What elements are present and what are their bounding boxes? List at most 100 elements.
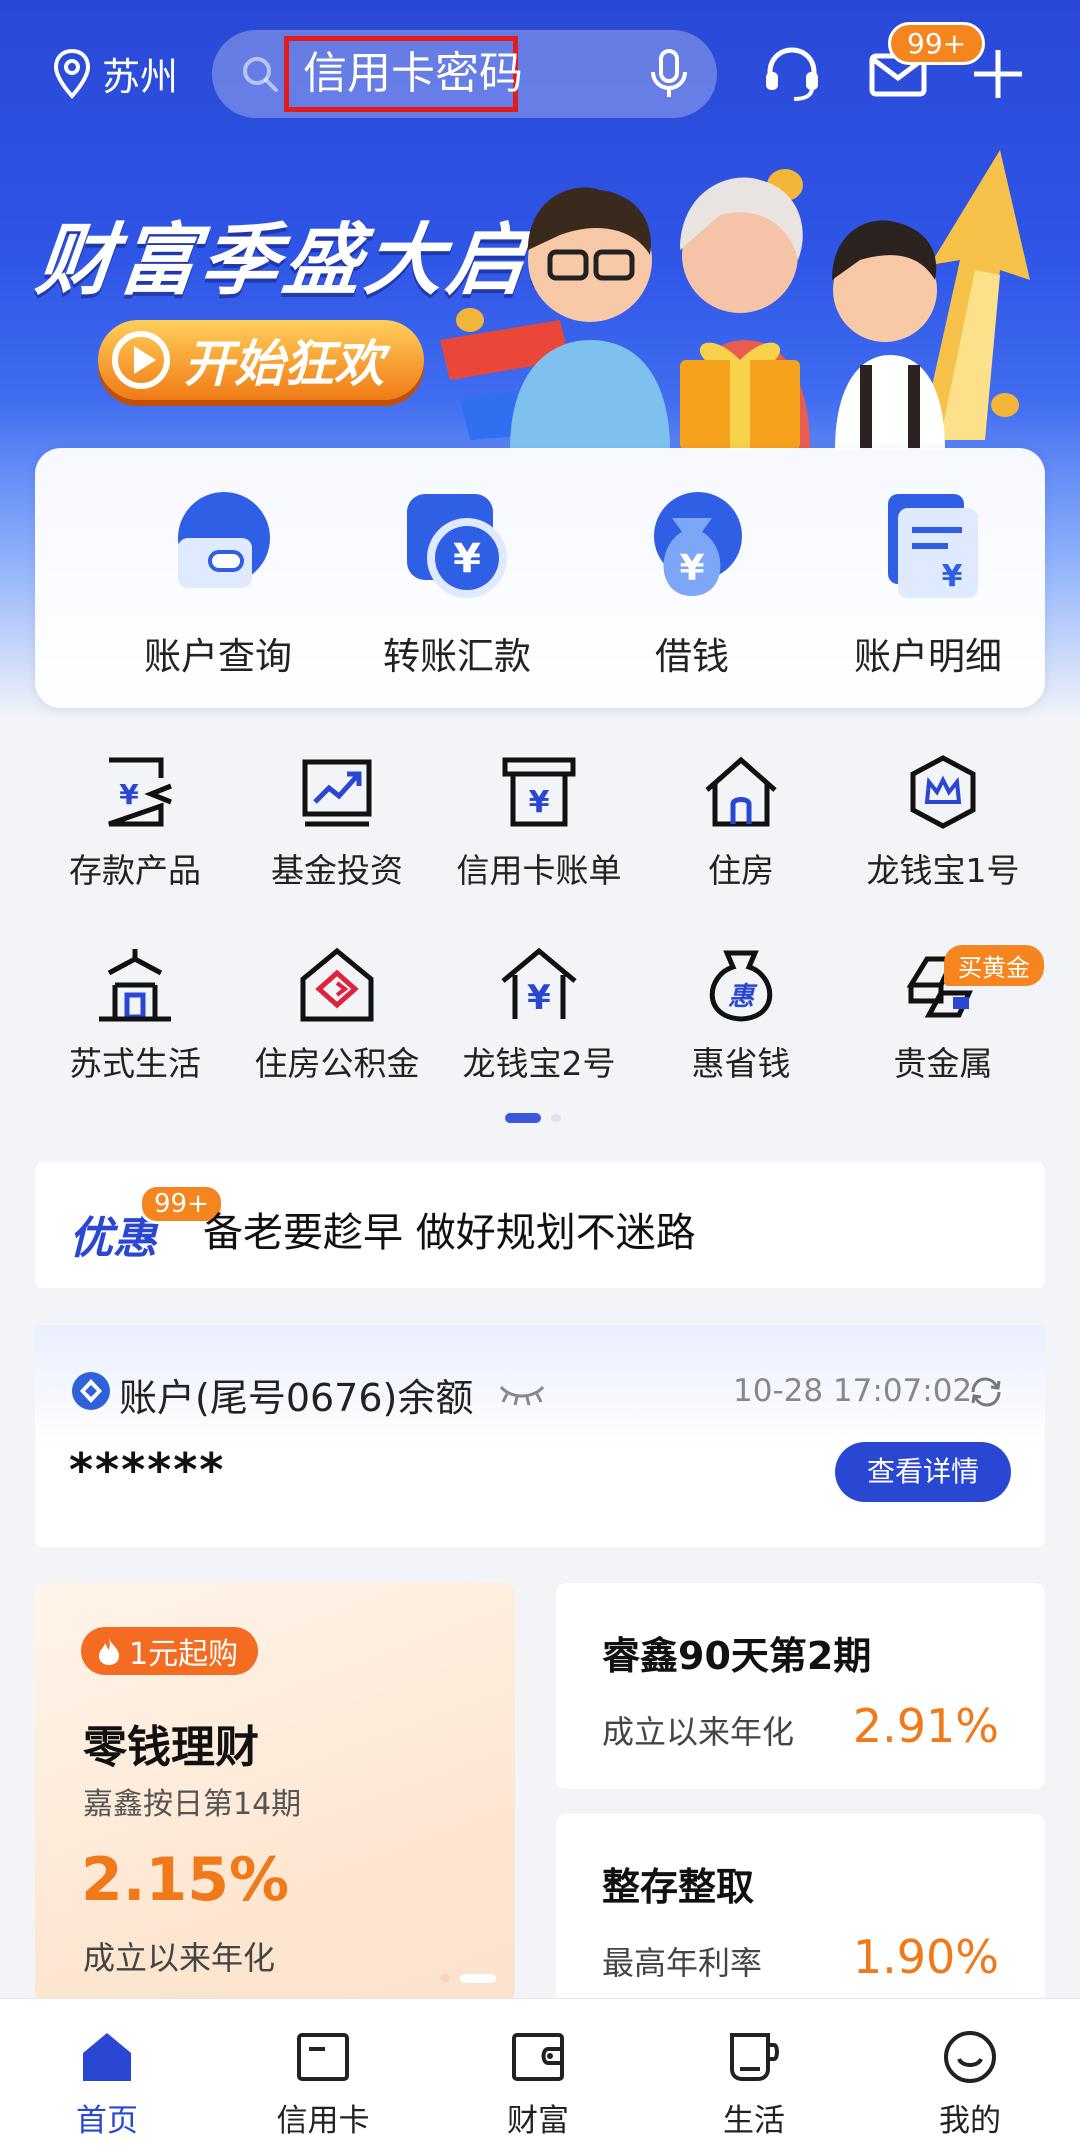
grid-housing-fund[interactable]: 住房公积金: [237, 945, 437, 1085]
bottom-tab-bar: 首页 信用卡 财富 生活 我的: [0, 1998, 1080, 2154]
tab-label: 生活: [723, 2103, 785, 2139]
quick-account-query[interactable]: 账户查询: [98, 488, 338, 680]
search-input[interactable]: 信用卡密码: [284, 36, 523, 112]
card-bill-icon: ¥: [502, 757, 576, 827]
grid-label: 惠省钱: [691, 1044, 791, 1083]
flame-icon: [99, 1638, 119, 1665]
carousel-dot: [440, 1974, 450, 1982]
product-rate: 2.91%: [852, 1699, 999, 1753]
banner-button-label: 开始狂欢: [184, 335, 384, 393]
product-name: 整存整取: [602, 1865, 755, 1909]
grid-deposit-products[interactable]: ¥ 存款产品: [35, 752, 235, 892]
product-hot-tag-label: 1元起购: [129, 1637, 239, 1672]
grid-label: 住房公积金: [254, 1044, 420, 1083]
location-selector[interactable]: 苏州: [52, 46, 178, 101]
quick-label: 转账汇款: [383, 635, 531, 678]
grid-label: 贵金属: [893, 1044, 993, 1083]
quick-borrow[interactable]: ¥ 借钱: [572, 488, 812, 680]
grid-housing[interactable]: 住房: [641, 752, 841, 892]
svg-text:¥: ¥: [119, 778, 139, 811]
deposit-icon: ¥: [108, 757, 172, 827]
grid-longqianbao-1[interactable]: 龙钱宝1号: [843, 752, 1043, 892]
grid-longqianbao-2[interactable]: ¥ 龙钱宝2号: [439, 945, 639, 1085]
search-icon: [243, 57, 278, 92]
location-label: 苏州: [102, 55, 179, 99]
promo-text[interactable]: 备老要趁早 做好规划不迷路: [203, 1200, 696, 1258]
quick-transfer[interactable]: ¥ 转账汇款: [337, 488, 577, 680]
savings-bag-icon: 惠: [709, 950, 773, 1022]
product-hot-tag: 1元起购: [81, 1627, 259, 1675]
eye-closed-icon[interactable]: [497, 1381, 547, 1407]
banner-characters-illustration[interactable]: [440, 140, 1050, 450]
grid-pager-dot: [551, 1114, 561, 1122]
tab-label: 财富: [507, 2103, 569, 2139]
refresh-icon[interactable]: [969, 1375, 1003, 1409]
grid-label: 苏式生活: [69, 1044, 201, 1083]
product-rate: 1.90%: [852, 1930, 999, 1984]
tab-label: 信用卡: [276, 2103, 370, 2139]
tab-mine[interactable]: 我的: [895, 2029, 1045, 2140]
grid-fund-investment[interactable]: 基金投资: [237, 752, 437, 892]
svg-text:¥: ¥: [527, 978, 551, 1018]
pavilion-icon: [99, 949, 171, 1022]
featured-product-sub: 嘉鑫按日第14期: [83, 1787, 302, 1822]
account-balance-card: 账户(尾号0676)余额 10-28 17:07:02 ****** 查看详情: [35, 1325, 1045, 1547]
housing-fund-icon: [300, 947, 374, 1022]
featured-product-rate: 2.15%: [81, 1845, 290, 1915]
product-rate-label: 成立以来年化: [602, 1713, 795, 1751]
grid-suzhou-life[interactable]: 苏式生活: [35, 945, 235, 1085]
product-name: 睿鑫90天第2期: [602, 1634, 872, 1678]
account-title: 账户(尾号0676)余额: [119, 1376, 474, 1420]
featured-product-note: 成立以来年化: [83, 1939, 276, 1977]
grid-label: 存款产品: [69, 851, 201, 890]
grid-label: 龙钱宝1号: [866, 851, 1020, 890]
tab-label: 首页: [76, 2103, 138, 2139]
top-bar: 苏州 信用卡密码 99+: [0, 22, 1080, 122]
banner-start-button[interactable]: 开始狂欢: [98, 320, 424, 400]
quick-actions-card: 账户查询 ¥ 转账汇款 ¥ 借钱 ¥ 账户明细: [35, 448, 1045, 708]
money-bag-icon: ¥: [654, 492, 742, 596]
tab-life[interactable]: 生活: [679, 2029, 829, 2140]
grid-label: 龙钱宝2号: [462, 1044, 616, 1083]
tab-home[interactable]: 首页: [32, 2029, 182, 2140]
wealth-wallet-icon: [512, 2033, 564, 2081]
svg-text:¥: ¥: [942, 559, 963, 594]
add-icon[interactable]: [968, 44, 1028, 104]
grid-save-money[interactable]: 惠 惠省钱: [641, 945, 841, 1085]
buy-gold-tag[interactable]: 买黄金: [944, 945, 1044, 986]
svg-text:¥: ¥: [453, 536, 481, 582]
grid-label: 信用卡账单: [456, 851, 622, 890]
masked-balance: ******: [69, 1443, 226, 1497]
quick-label: 借钱: [655, 635, 729, 678]
featured-product-card[interactable]: 1元起购 零钱理财 嘉鑫按日第14期 2.15% 成立以来年化: [35, 1583, 515, 2003]
svg-text:¥: ¥: [529, 785, 550, 820]
grid-credit-card-bill[interactable]: ¥ 信用卡账单: [439, 752, 639, 892]
grid-label: 住房: [708, 851, 774, 890]
balance-timestamp: 10-28 17:07:02: [733, 1373, 973, 1409]
product-card-fixed-deposit[interactable]: 整存整取 最高年利率 1.90%: [556, 1814, 1045, 2020]
microphone-icon[interactable]: [649, 48, 689, 100]
yuan-house-icon: ¥: [501, 947, 577, 1019]
product-rate-label: 最高年利率: [602, 1944, 763, 1982]
quick-label: 账户明细: [854, 635, 1002, 678]
customer-service-icon[interactable]: [762, 44, 822, 104]
fund-chart-icon: [302, 759, 372, 827]
smile-profile-icon: [944, 2031, 996, 2083]
grid-label: 基金投资: [271, 851, 403, 890]
crown-hexagon-icon: [910, 755, 976, 829]
featured-product-name: 零钱理财: [83, 1722, 259, 1773]
play-icon: [112, 331, 170, 389]
wallet-icon: [178, 492, 270, 588]
product-card-ruixin[interactable]: 睿鑫90天第2期 成立以来年化 2.91%: [556, 1583, 1045, 1789]
promo-banner[interactable]: 优惠 99+ 备老要趁早 做好规划不迷路: [35, 1162, 1045, 1288]
location-pin-icon: [53, 48, 91, 99]
tab-credit-card[interactable]: 信用卡: [248, 2029, 398, 2140]
grid-pager-active: [505, 1113, 541, 1123]
statement-icon: ¥: [888, 494, 978, 598]
search-bar[interactable]: 信用卡密码: [212, 30, 717, 118]
bank-logo-icon: [72, 1372, 110, 1410]
tab-wealth[interactable]: 财富: [463, 2029, 613, 2140]
quick-account-detail[interactable]: ¥ 账户明细: [808, 488, 1048, 680]
view-details-button[interactable]: 查看详情: [835, 1442, 1011, 1502]
house-icon: [705, 756, 777, 827]
